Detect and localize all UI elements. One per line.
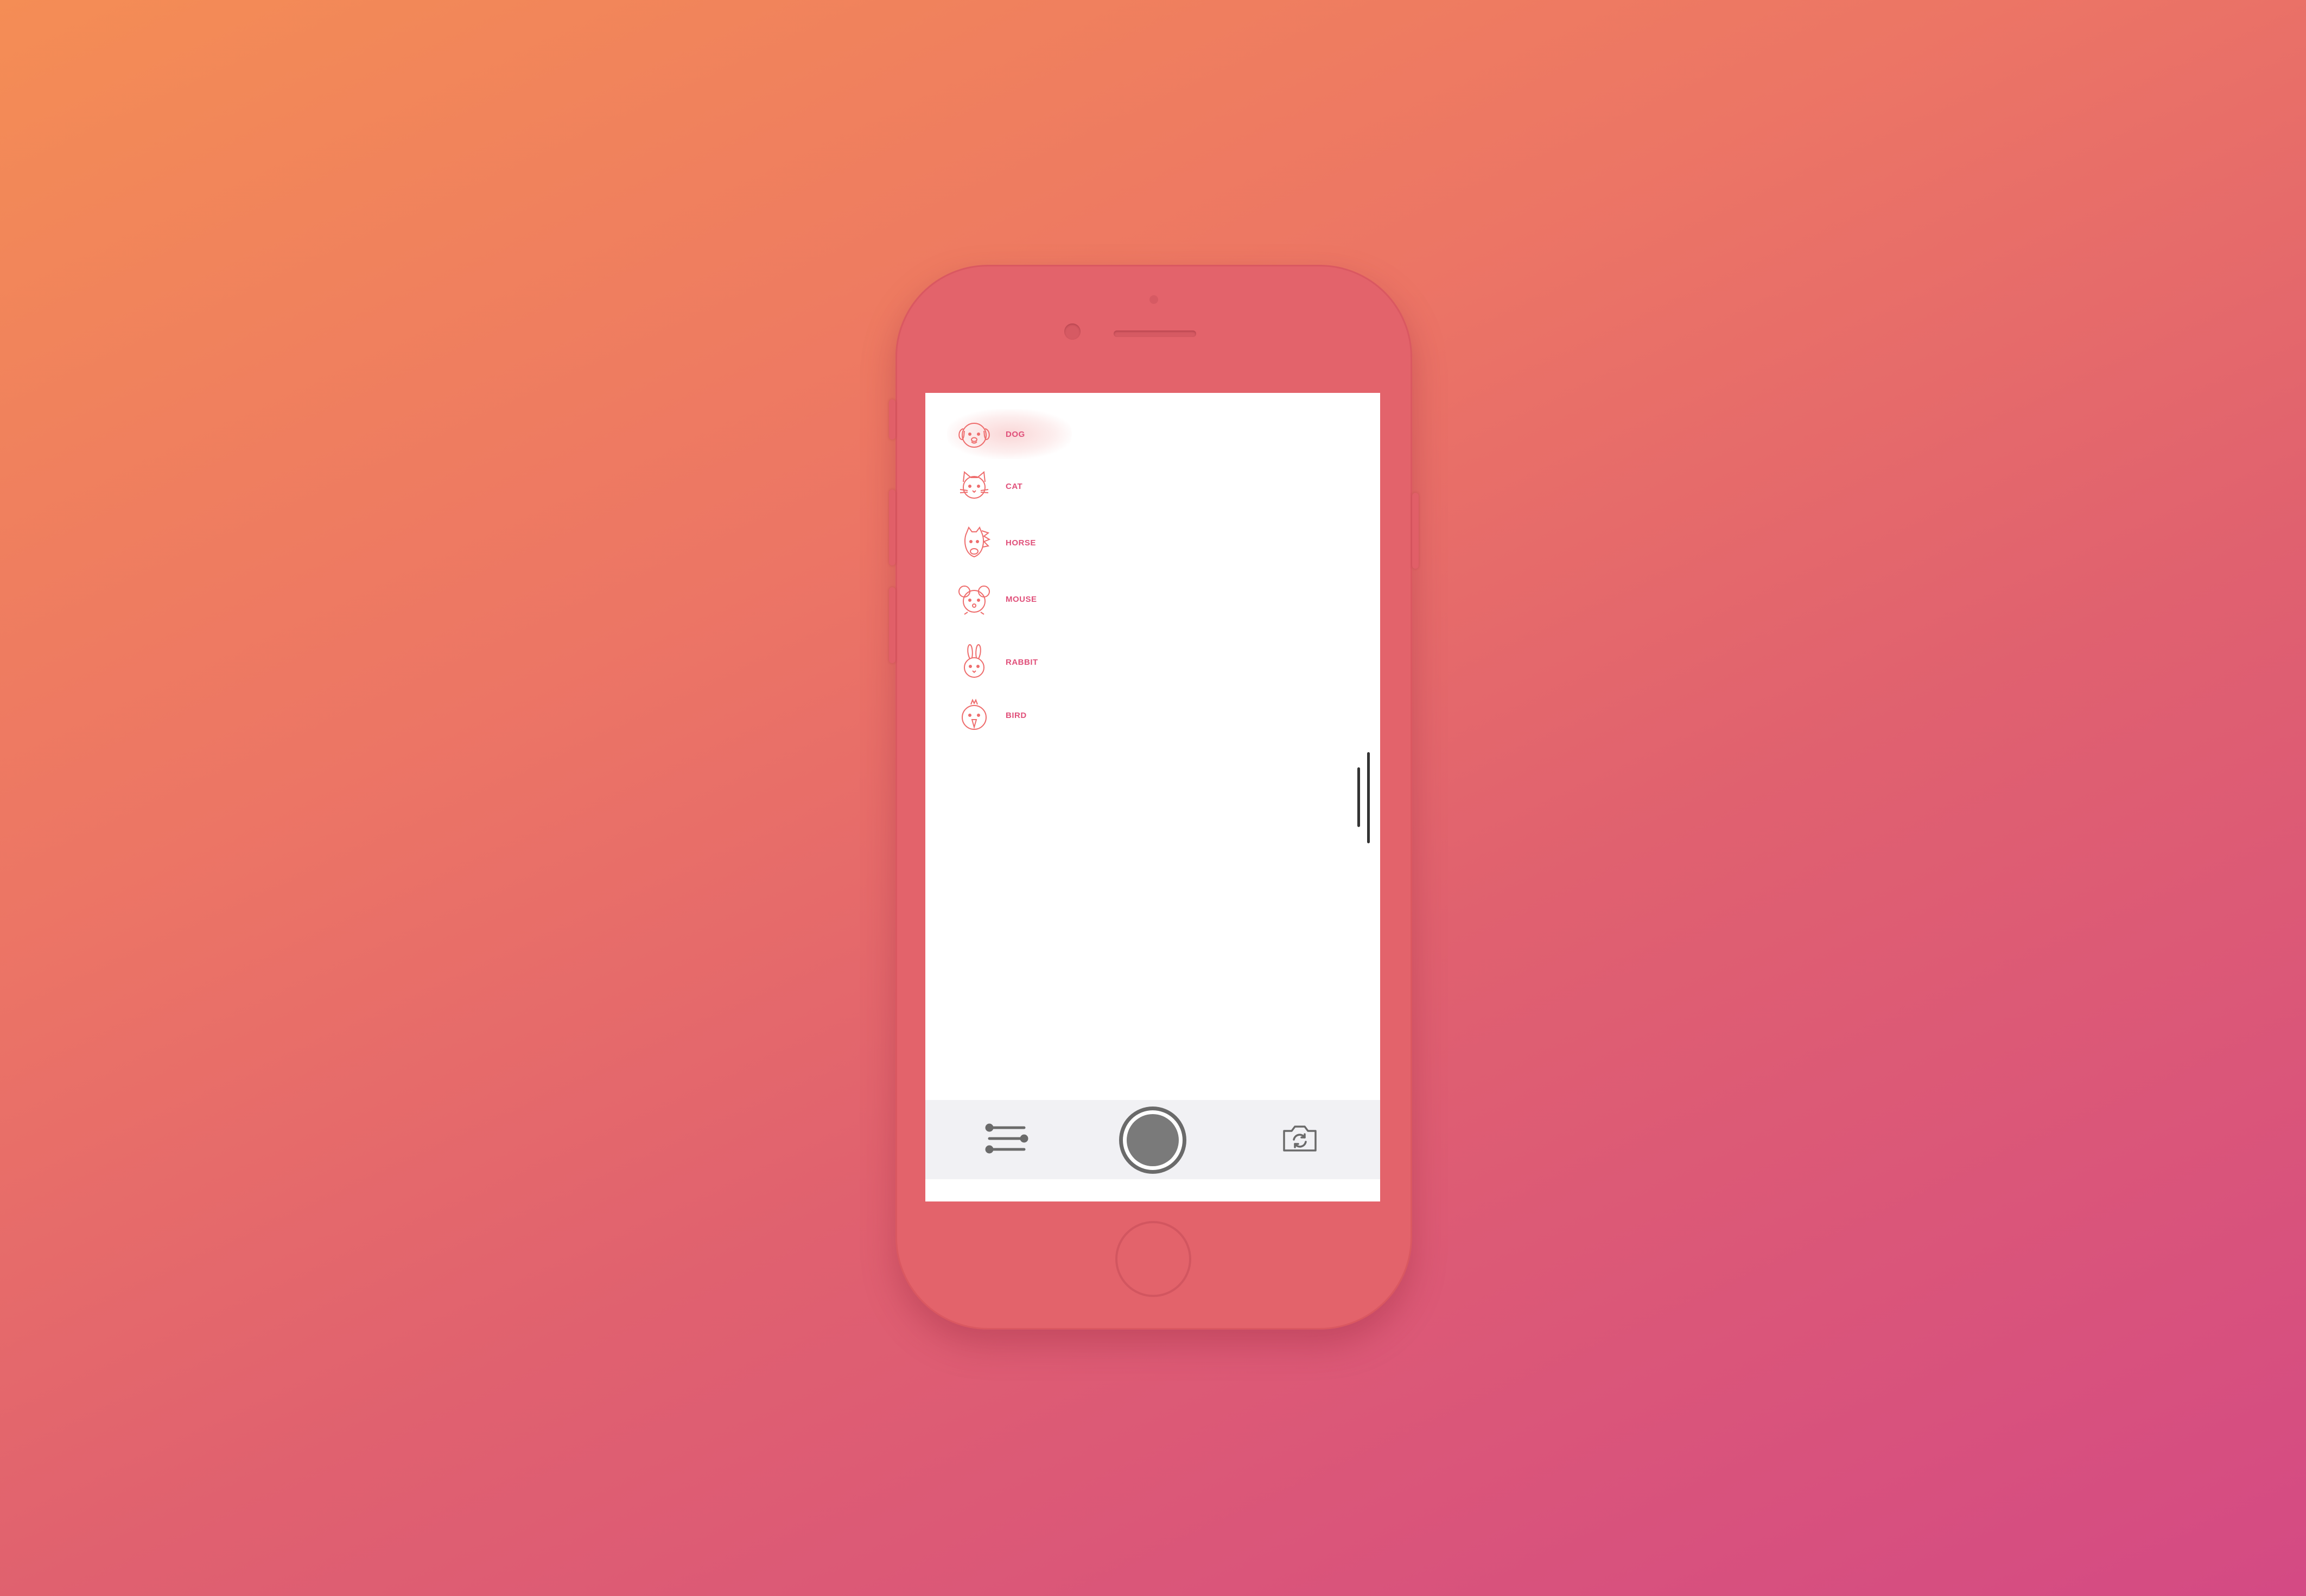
shutter-icon [1127,1114,1179,1166]
animal-item-mouse[interactable]: MOUSE [952,577,1037,621]
animal-item-horse[interactable]: HORSE [952,521,1036,564]
dog-icon [952,412,996,456]
animal-label: CAT [1006,481,1023,491]
animal-label: BIRD [1006,710,1027,720]
flip-camera-button[interactable] [1278,1118,1322,1161]
animal-label: RABBIT [1006,657,1038,667]
power-button [1412,493,1419,569]
animal-item-rabbit[interactable]: RABBIT [952,640,1038,684]
animal-label: MOUSE [1006,594,1037,604]
volume-down-button [889,587,895,663]
camera-toolbar [925,1100,1380,1179]
animal-item-dog[interactable]: DOG [947,409,1072,459]
volume-up-button [889,489,895,565]
settings-button[interactable] [980,1118,1034,1161]
animal-item-cat[interactable]: CAT [952,465,1022,508]
earpiece-speaker [1114,330,1196,337]
front-camera [1064,323,1081,340]
camera-flip-icon [1281,1123,1319,1156]
animal-label: DOG [1006,429,1025,439]
home-button[interactable] [1115,1221,1191,1297]
proximity-sensor [1149,295,1158,304]
app-screen: DOG CAT HORSE MOUSE RABBIT BIRD [925,393,1380,1201]
shutter-button[interactable] [1119,1107,1186,1174]
sliders-icon [985,1122,1028,1158]
animal-item-bird[interactable]: BIRD [952,694,1027,737]
animal-label: HORSE [1006,538,1036,548]
scroll-indicator[interactable] [1367,752,1370,843]
rabbit-icon [952,640,996,684]
bird-icon [952,694,996,737]
mute-switch [889,399,895,440]
cat-icon [952,465,996,508]
scroll-indicator-secondary[interactable] [1357,767,1360,827]
mouse-icon [952,577,996,621]
phone-device: DOG CAT HORSE MOUSE RABBIT BIRD [889,265,1419,1330]
horse-icon [952,521,996,564]
